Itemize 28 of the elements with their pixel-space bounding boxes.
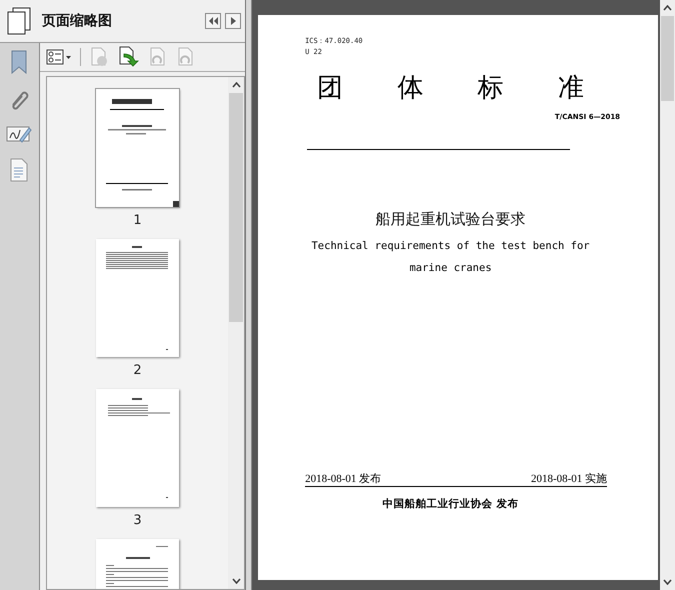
next-button[interactable] (225, 13, 242, 29)
options-button[interactable] (46, 49, 72, 65)
standard-heading: 团 体 标 准 (316, 72, 585, 105)
page-thumbnail[interactable] (96, 89, 179, 207)
document-icon[interactable] (9, 158, 30, 182)
page-thumbnail[interactable] (96, 239, 179, 357)
double-left-arrow-icon (208, 17, 218, 25)
page-thumbnail[interactable] (96, 389, 179, 507)
scrollbar-thumb[interactable] (661, 16, 674, 101)
title-english: Technical requirements of the test bench for marine cranes (310, 239, 591, 276)
thumbnail-options-icon (46, 49, 72, 65)
pages-icon (6, 7, 32, 35)
publisher: 中国船舶工业行业协会 发布 (382, 497, 520, 511)
insert-button[interactable] (116, 46, 139, 68)
effective-date: 2018-08-01 实施 (530, 472, 608, 486)
scrollbar-thumb[interactable] (229, 93, 244, 322)
bookmark-icon[interactable] (10, 50, 28, 74)
right-arrow-icon (230, 17, 236, 25)
title-chinese: 船用起重机试验台要求 (374, 210, 527, 229)
panel-title: 页面缩略图 (42, 12, 113, 30)
insert-page-icon (116, 46, 139, 68)
page-number: 3 (133, 513, 142, 528)
collapse-panel-button[interactable] (205, 13, 222, 29)
delete-page-icon (88, 47, 109, 67)
page-number: 1 (133, 213, 142, 228)
signature-icon[interactable] (6, 124, 32, 144)
issue-date: 2018-08-01 发布 (305, 472, 382, 486)
page-number: 2 (133, 363, 142, 378)
